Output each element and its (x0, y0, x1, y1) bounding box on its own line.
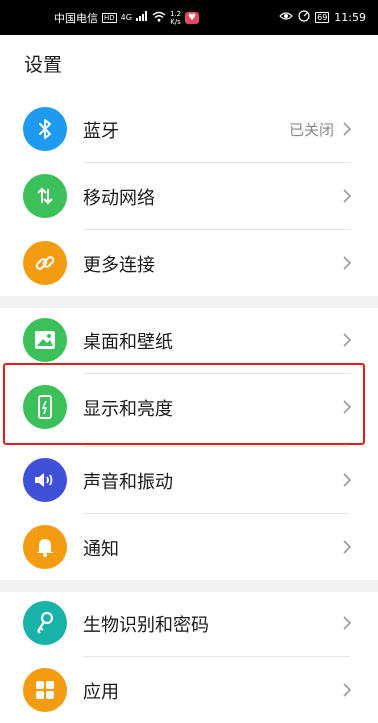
speed-value: 1.2 (169, 9, 182, 18)
status-right: 69 11:59 (279, 0, 366, 35)
settings-item-sound-vibration[interactable]: 声音和振动 (0, 447, 378, 513)
mobile-network-label: 移动网络 (83, 188, 155, 209)
settings-item-apps[interactable]: 应用 (0, 657, 378, 723)
signal-icon (135, 11, 148, 24)
signal-type: 4G (120, 13, 132, 22)
chevron-right-icon (343, 540, 352, 554)
wallpaper-icon (23, 318, 67, 362)
display-brightness-label: 显示和亮度 (83, 399, 173, 420)
chevron-right-icon (343, 189, 352, 203)
carrier-label: 中国电信 (54, 11, 98, 25)
eye-icon (279, 11, 293, 24)
apps-label: 应用 (83, 682, 119, 703)
speedometer-icon (298, 10, 310, 25)
biometrics-password-label: 生物识别和密码 (83, 615, 209, 636)
settings-item-notifications[interactable]: 通知 (0, 514, 378, 580)
chevron-right-icon (343, 333, 352, 347)
bluetooth-label: 蓝牙 (83, 121, 119, 142)
settings-item-mobile-network[interactable]: 移动网络 (0, 163, 378, 229)
chevron-right-icon (343, 683, 352, 697)
chevron-right-icon (343, 122, 352, 136)
link-icon (23, 241, 67, 285)
chevron-right-icon (343, 256, 352, 270)
settings-item-more-connections[interactable]: 更多连接 (0, 230, 378, 296)
bluetooth-status: 已关闭 (288, 121, 334, 139)
clock: 11:59 (334, 11, 366, 24)
wallpaper-label: 桌面和壁纸 (83, 332, 173, 353)
sound-vibration-label: 声音和振动 (83, 472, 173, 493)
speed-unit: K/s (170, 17, 181, 26)
settings-item-biometrics-password[interactable]: 生物识别和密码 (0, 590, 378, 656)
bell-icon (23, 525, 67, 569)
bluetooth-icon (23, 107, 67, 151)
settings-item-wallpaper[interactable]: 桌面和壁纸 (0, 307, 378, 373)
status-left: 中国电信 HD 4G 1.2 K/s ♥ (54, 0, 200, 35)
page-title: 设置 (24, 54, 63, 76)
apps-icon (23, 668, 67, 712)
wifi-icon (152, 11, 166, 25)
chevron-right-icon (343, 400, 352, 414)
settings-item-bluetooth[interactable]: 蓝牙 已关闭 (0, 96, 378, 162)
chevron-right-icon (343, 473, 352, 487)
network-speed: 1.2 K/s (170, 10, 181, 26)
chevron-right-icon (343, 616, 352, 630)
battery-icon: 69 (315, 12, 330, 23)
sound-icon (23, 458, 67, 502)
app-notification-icon: ♥ (185, 11, 200, 24)
hd-badge: HD (102, 12, 117, 23)
settings-item-display-brightness[interactable]: 显示和亮度 (0, 374, 378, 440)
notifications-label: 通知 (83, 539, 119, 560)
key-icon (23, 601, 67, 645)
mobile-data-icon (23, 174, 67, 218)
more-connections-label: 更多连接 (83, 255, 155, 276)
display-icon (23, 385, 67, 429)
status-bar: 中国电信 HD 4G 1.2 K/s ♥ 69 11:59 (0, 0, 378, 35)
